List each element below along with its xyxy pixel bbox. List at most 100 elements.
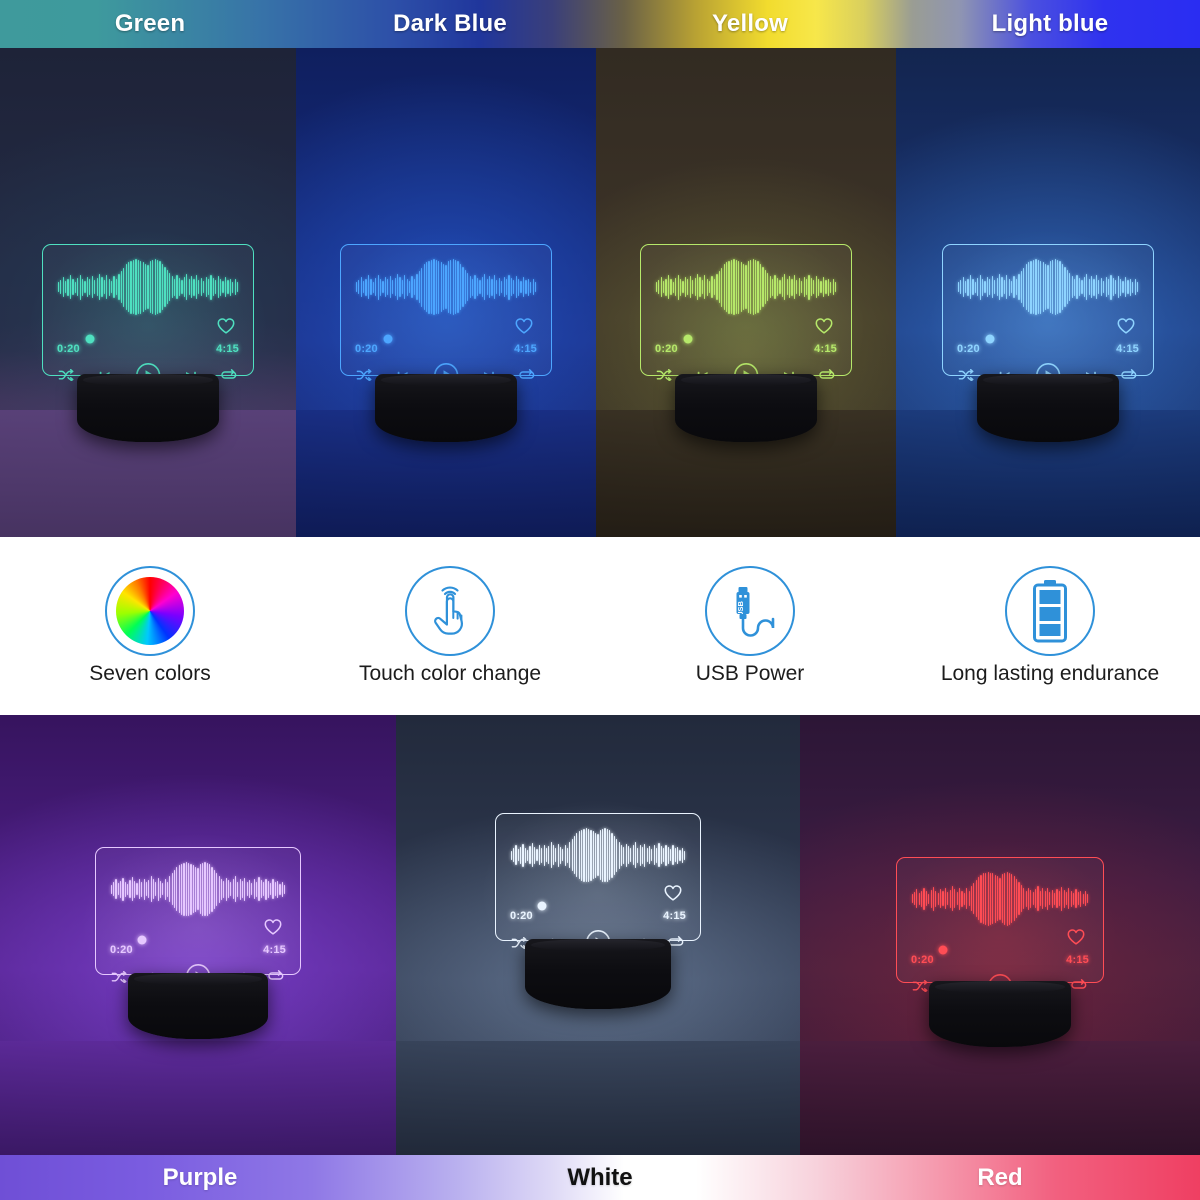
time-row: 0:20 4:15 <box>510 910 686 922</box>
repeat-icon[interactable] <box>1071 979 1088 992</box>
product-infographic: Green Dark Blue Yellow Light blue 0:20 4:… <box>0 0 1200 1200</box>
time-elapsed: 0:20 <box>510 910 533 923</box>
time-elapsed: 0:20 <box>911 953 934 966</box>
time-row: 0:20 4:15 <box>911 954 1089 966</box>
bottom-label-purple: Purple <box>0 1155 400 1200</box>
shuffle-icon[interactable] <box>58 369 75 382</box>
table-surface-white <box>396 1040 800 1155</box>
lamp-base <box>128 973 268 1039</box>
time-row: 0:20 4:15 <box>110 944 286 956</box>
time-total: 4:15 <box>1066 953 1089 966</box>
color-wheel-disc <box>116 577 184 645</box>
repeat-icon[interactable] <box>221 368 238 382</box>
audio-waveform-heart <box>957 259 1139 316</box>
usb-cable-icon: USB <box>705 566 795 656</box>
acrylic-panel: 0:20 4:15 <box>881 842 1119 998</box>
feature-touch-color-change: Touch color change <box>300 566 600 686</box>
shuffle-icon[interactable] <box>356 369 373 382</box>
touch-hand-icon <box>405 566 495 656</box>
lamp-yellow: 0:20 4:15 <box>625 229 867 442</box>
favorite-row <box>110 918 286 936</box>
lamp-purple: 0:20 4:15 <box>80 832 316 1039</box>
repeat-icon[interactable] <box>819 368 836 382</box>
audio-waveform-heart <box>57 259 239 316</box>
shuffle-icon[interactable] <box>958 369 975 382</box>
feature-long-lasting-endurance-label: Long lasting endurance <box>940 662 1160 685</box>
heart-icon[interactable] <box>217 317 235 335</box>
top-label-light-blue: Light blue <box>900 0 1200 48</box>
audio-waveform-heart <box>655 259 837 316</box>
table-surface-red <box>800 1040 1200 1155</box>
heart-icon[interactable] <box>1117 317 1135 335</box>
repeat-icon[interactable] <box>268 970 285 983</box>
time-elapsed: 0:20 <box>110 944 133 957</box>
time-row: 0:20 4:15 <box>655 343 837 355</box>
bottom-label-white-text: White <box>567 1163 633 1191</box>
acrylic-panel: 0:20 4:15 <box>480 798 716 956</box>
progress-knob[interactable] <box>85 334 95 344</box>
favorite-row <box>957 317 1139 335</box>
feature-seven-colors: Seven colors <box>0 566 300 686</box>
shuffle-icon[interactable] <box>656 369 673 382</box>
product-photo-green: 0:20 4:15 <box>0 48 296 537</box>
time-total: 4:15 <box>814 343 837 356</box>
heart-icon[interactable] <box>664 884 682 902</box>
progress-knob[interactable] <box>383 334 393 344</box>
favorite-row <box>655 317 837 335</box>
lamp-base <box>977 374 1119 442</box>
table-surface-purple <box>0 1040 396 1155</box>
heart-icon[interactable] <box>264 918 282 936</box>
feature-usb-power-label: USB Power <box>695 662 805 685</box>
lamp-red: 0:20 4:15 <box>881 842 1119 1047</box>
bottom-label-red-text: Red <box>977 1163 1023 1191</box>
time-total: 4:15 <box>514 343 537 356</box>
progress-knob[interactable] <box>985 334 995 344</box>
heart-icon[interactable] <box>815 317 833 335</box>
product-photo-red: 0:20 4:15 <box>800 715 1200 1155</box>
acrylic-panel: 0:20 4:15 <box>927 229 1169 391</box>
time-elapsed: 0:20 <box>655 343 678 356</box>
lamp-base <box>525 939 671 1009</box>
progress-knob[interactable] <box>537 901 547 911</box>
shuffle-icon[interactable] <box>912 979 929 992</box>
product-photo-yellow: 0:20 4:15 <box>596 48 896 537</box>
shuffle-icon[interactable] <box>111 970 128 983</box>
top-label-light-blue-text: Light blue <box>991 10 1109 37</box>
progress-knob[interactable] <box>683 334 693 344</box>
color-wheel-icon <box>105 566 195 656</box>
lamp-base <box>929 981 1071 1047</box>
lamp-base <box>77 374 219 442</box>
audio-waveform-heart <box>110 862 286 917</box>
lamp-base <box>375 374 517 442</box>
time-elapsed: 0:20 <box>355 343 378 356</box>
favorite-row <box>911 928 1089 946</box>
feature-usb-power: USB USB Power <box>600 566 900 686</box>
time-elapsed: 0:20 <box>957 343 980 356</box>
heart-icon[interactable] <box>515 317 533 335</box>
time-row: 0:20 4:15 <box>57 343 239 355</box>
time-row: 0:20 4:15 <box>355 343 537 355</box>
lamp-light-blue: 0:20 4:15 <box>927 229 1169 442</box>
repeat-icon[interactable] <box>519 368 536 382</box>
top-label-green: Green <box>0 0 300 48</box>
battery-icon <box>1005 566 1095 656</box>
bottom-photo-row: 0:20 4:15 0:20 4:15 0:20 4:15 <box>0 715 1200 1155</box>
time-total: 4:15 <box>663 910 686 923</box>
top-label-dark-blue-text: Dark Blue <box>393 10 507 37</box>
top-color-label-bar: Green Dark Blue Yellow Light blue <box>0 0 1200 48</box>
heart-icon[interactable] <box>1067 928 1085 946</box>
progress-knob[interactable] <box>938 945 948 955</box>
product-photo-white: 0:20 4:15 <box>396 715 800 1155</box>
bottom-label-purple-text: Purple <box>162 1163 238 1191</box>
acrylic-panel: 0:20 4:15 <box>625 229 867 391</box>
feature-long-lasting-endurance: Long lasting endurance <box>900 566 1200 686</box>
bottom-label-red: Red <box>800 1155 1200 1200</box>
repeat-icon[interactable] <box>1121 368 1138 382</box>
progress-knob[interactable] <box>137 935 147 945</box>
audio-waveform-heart <box>510 828 686 883</box>
time-total: 4:15 <box>263 944 286 957</box>
time-row: 0:20 4:15 <box>957 343 1139 355</box>
time-total: 4:15 <box>216 343 239 356</box>
top-label-yellow-text: Yellow <box>712 10 788 37</box>
feature-touch-color-change-label: Touch color change <box>358 662 542 685</box>
